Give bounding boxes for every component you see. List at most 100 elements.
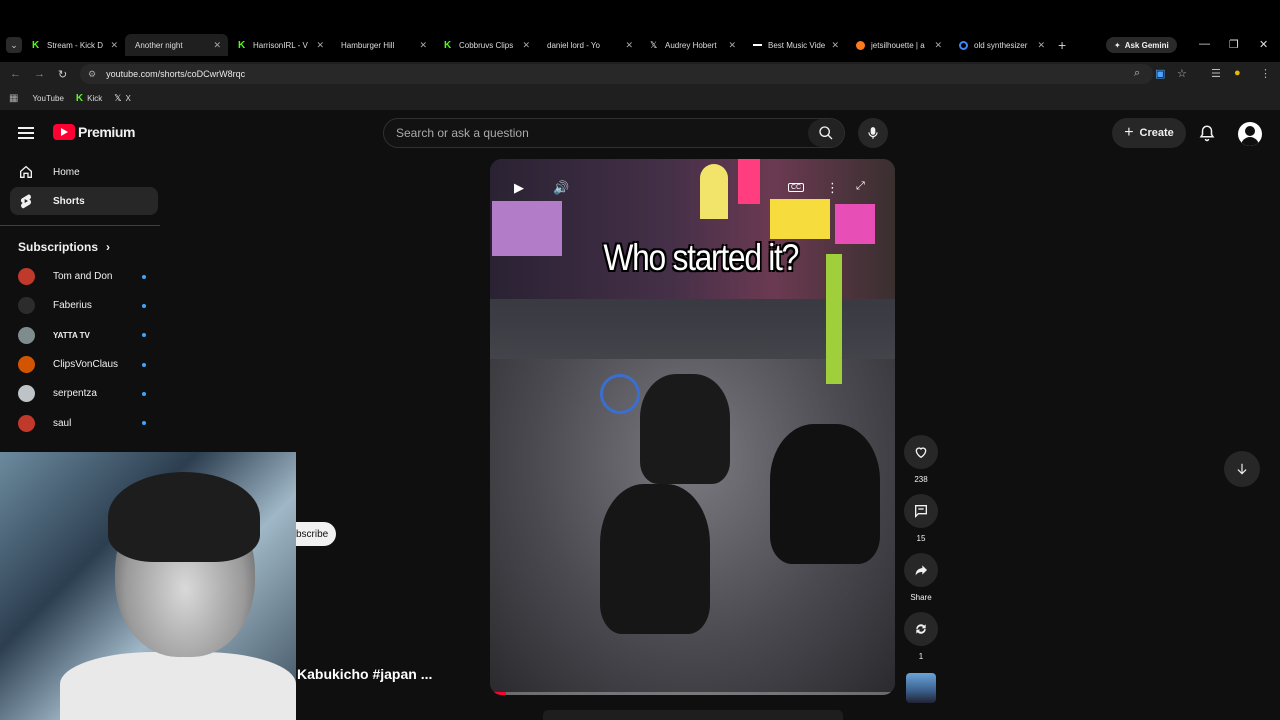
captions-icon[interactable]: CC: [788, 183, 805, 192]
close-icon[interactable]: ✕: [316, 40, 324, 51]
video-frame-person: [770, 424, 880, 564]
subscription-item[interactable]: ClipsVonClaus: [0, 350, 172, 379]
forward-icon[interactable]: →: [34, 68, 45, 80]
shorts-video-player[interactable]: Who started it? ▶ 🔊 CC ⋮ ⤢: [490, 159, 895, 695]
close-icon[interactable]: ✕: [831, 40, 839, 51]
channel-name: serpentza: [53, 388, 97, 400]
browser-tab[interactable]: K Cobbruvs Clips ✕: [434, 34, 537, 56]
sidebar-item-shorts[interactable]: Shorts: [10, 187, 158, 215]
youtube-premium-logo[interactable]: Premium: [53, 124, 136, 140]
subscription-item[interactable]: YATTA TV: [0, 321, 172, 350]
close-icon[interactable]: ✕: [625, 40, 633, 51]
kick-icon: K: [32, 39, 40, 51]
bookmark-x[interactable]: 𝕏X: [114, 92, 131, 103]
bookmark-star-icon[interactable]: ☆: [1177, 67, 1187, 80]
new-content-dot: [142, 421, 146, 426]
close-icon[interactable]: ✕: [522, 40, 530, 51]
channel-name: saul: [53, 417, 72, 429]
back-icon[interactable]: ←: [10, 68, 21, 80]
zoom-icon[interactable]: ⌕: [1134, 67, 1140, 80]
site-info-icon[interactable]: ⚙: [88, 69, 96, 80]
bookmark-kick[interactable]: K Kick: [75, 92, 102, 104]
browser-tab[interactable]: jetsilhouette | a ✕: [846, 34, 949, 56]
browser-tab[interactable]: Best Music Vide ✕: [743, 34, 846, 56]
close-icon[interactable]: ✕: [728, 40, 736, 51]
translate-icon[interactable]: ▣: [1155, 67, 1165, 80]
close-icon[interactable]: ✕: [419, 40, 427, 51]
menu-kebab-icon[interactable]: ⋮: [1260, 67, 1271, 80]
comment-count: 15: [916, 534, 926, 543]
webcam-hair: [108, 472, 260, 562]
subscription-item[interactable]: Faberius: [0, 291, 172, 320]
browser-tab[interactable]: daniel lord - Yo ✕: [537, 34, 640, 56]
search-input[interactable]: Search or ask a question: [383, 118, 845, 148]
user-icon: [1241, 126, 1259, 146]
sparkle-icon: ✦: [1114, 40, 1121, 50]
video-frame-sign: [770, 199, 830, 239]
window-close-icon[interactable]: ✕: [1259, 38, 1268, 51]
arrow-down-icon: [1237, 463, 1247, 475]
minimize-icon[interactable]: —: [1199, 38, 1210, 50]
next-short-button[interactable]: [1224, 451, 1260, 487]
browser-tab[interactable]: 𝕏 Audrey Hobert ✕: [640, 34, 743, 56]
subscriptions-heading[interactable]: Subscriptions ›: [18, 236, 172, 258]
sidebar-divider: [0, 225, 160, 226]
bookmark-label: X: [125, 93, 131, 103]
x-icon: 𝕏: [114, 92, 122, 103]
video-frame-person: [600, 484, 710, 634]
restore-icon[interactable]: ❐: [1229, 38, 1239, 51]
tab-title: jetsilhouette | a: [871, 40, 925, 50]
url-input[interactable]: ⚙ youtube.com/shorts/coDCwrW8rqc: [80, 64, 1153, 84]
new-tab-button[interactable]: +: [1058, 37, 1066, 53]
voice-search-button[interactable]: [858, 118, 888, 148]
tab-search-button[interactable]: ⌄: [6, 37, 22, 53]
comment-action: 15: [903, 494, 939, 543]
browser-tab[interactable]: K Stream - Kick D ✕: [22, 34, 125, 56]
volume-icon[interactable]: 🔊: [553, 180, 569, 196]
browser-tab[interactable]: Hamburger Hill ✕: [331, 34, 434, 56]
apps-grid-icon[interactable]: ▦: [9, 93, 18, 104]
sound-thumbnail[interactable]: [906, 673, 936, 703]
subscription-item[interactable]: serpentza: [0, 379, 172, 408]
close-icon[interactable]: ✕: [213, 40, 221, 51]
subscription-item[interactable]: saul: [0, 408, 172, 437]
remix-button[interactable]: [904, 612, 938, 646]
bookmark-youtube[interactable]: YouTube: [0, 94, 64, 203]
play-icon[interactable]: ▶: [514, 180, 524, 196]
more-options-icon[interactable]: ⋮: [826, 180, 839, 196]
remix-count: 1: [918, 652, 924, 661]
channel-name: YATTA TV: [53, 330, 90, 340]
create-button[interactable]: + Create: [1112, 118, 1186, 148]
share-label: Share: [910, 593, 932, 602]
like-action: 238: [903, 435, 939, 484]
browser-tab[interactable]: K HarrisonIRL - V ✕: [228, 34, 331, 56]
reload-icon[interactable]: ↻: [58, 68, 67, 81]
close-icon[interactable]: ✕: [934, 40, 942, 51]
create-label: Create: [1139, 127, 1174, 139]
share-button[interactable]: [904, 553, 938, 587]
subscribe-button[interactable]: bscribe: [296, 522, 336, 546]
account-avatar[interactable]: [1238, 122, 1262, 146]
next-short-preview[interactable]: [543, 710, 843, 720]
search-button[interactable]: [808, 119, 844, 147]
browser-tab[interactable]: old synthesizer ✕: [949, 34, 1052, 56]
subscription-item[interactable]: Tom and Don: [0, 262, 172, 291]
sidebar-item-label: Shorts: [53, 195, 85, 207]
video-progress-bar[interactable]: [490, 692, 895, 695]
new-content-dot: [142, 333, 146, 338]
browser-tab-active[interactable]: Another night ✕: [125, 34, 228, 56]
kick-icon: K: [75, 92, 84, 104]
sidebar-item-home[interactable]: Home: [10, 158, 158, 186]
fullscreen-icon[interactable]: ⤢: [856, 180, 865, 193]
like-button[interactable]: [904, 435, 938, 469]
tab-title: Audrey Hobert: [665, 40, 717, 50]
close-icon[interactable]: ✕: [110, 40, 118, 51]
comments-button[interactable]: [904, 494, 938, 528]
notifications-button[interactable]: [1198, 123, 1216, 148]
short-title[interactable]: Kabukicho #japan ...: [297, 666, 432, 682]
ask-gemini-button[interactable]: ✦ Ask Gemini: [1106, 37, 1177, 53]
hamburger-menu-icon[interactable]: [18, 127, 34, 139]
profile-icon[interactable]: ●: [1234, 67, 1241, 79]
close-icon[interactable]: ✕: [1037, 40, 1045, 51]
tab-list-icon[interactable]: ☰: [1211, 67, 1221, 80]
